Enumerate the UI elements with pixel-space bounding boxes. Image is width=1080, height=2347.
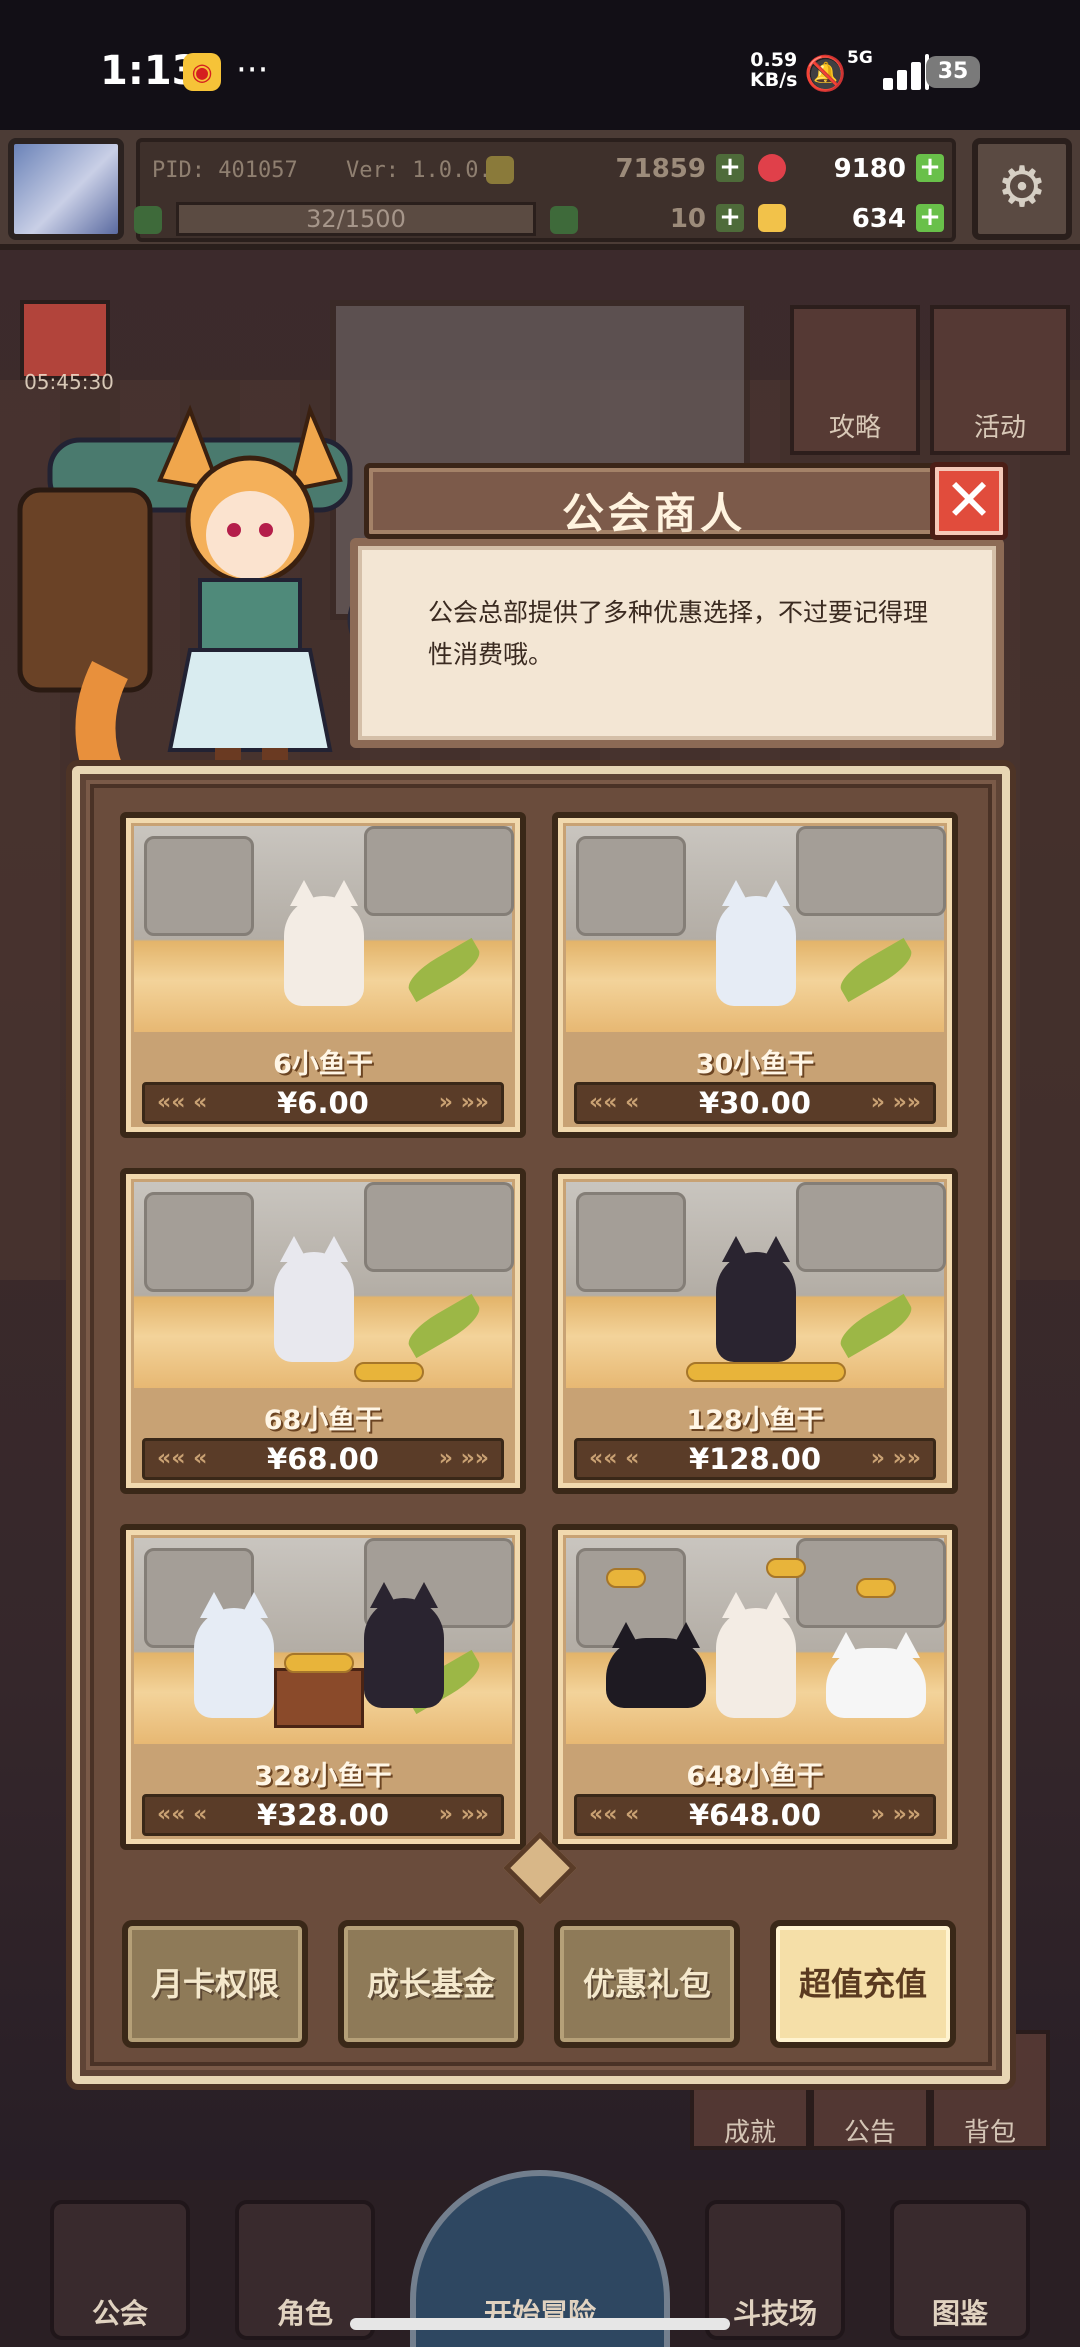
- player-info-panel: PID: 401057 Ver: 1.0.0.7 71859 + 9180 + …: [134, 138, 956, 242]
- shop-item-card[interactable]: 30小鱼干 ¥30.00: [552, 812, 958, 1138]
- item-illustration: [566, 1182, 946, 1388]
- gold-value: 634: [851, 204, 906, 234]
- clovers-value: 10: [669, 204, 706, 234]
- guide-label: 攻略: [828, 413, 881, 443]
- item-illustration: [134, 1538, 514, 1744]
- item-illustration: [566, 1538, 946, 1744]
- home-indicator[interactable]: [350, 2318, 730, 2330]
- gift-button[interactable]: [20, 300, 110, 380]
- coin-icon: [486, 156, 514, 184]
- notice-label: 公告: [843, 2118, 896, 2148]
- settings-gear-icon[interactable]: ⚙: [972, 138, 1072, 240]
- clover-icon: [134, 206, 162, 234]
- dialog-title: 公会商人: [561, 489, 746, 538]
- merchant-message-box: 公会总部提供了多种优惠选择，不过要记得理性消费哦。: [350, 538, 1004, 748]
- top-hud: PID: 401057 Ver: 1.0.0.7 71859 + 9180 + …: [0, 130, 1080, 250]
- merchant-character: [17, 403, 390, 770]
- game-version: Ver: 1.0.0.7: [346, 158, 505, 183]
- guide-button[interactable]: 攻略: [790, 305, 920, 455]
- player-id: PID: 401057: [152, 158, 298, 183]
- item-name: 68小鱼干: [263, 1405, 383, 1436]
- price-button[interactable]: ¥648.00: [574, 1794, 936, 1836]
- clover-icon: [550, 206, 578, 234]
- bag-label: 背包: [963, 2118, 1016, 2148]
- network-type: 5G: [847, 48, 873, 68]
- status-bar: 1:13 ◉ ··· 0.59 KB/s 🔕 5G 35: [0, 0, 1080, 130]
- weibo-icon: ◉: [183, 53, 221, 91]
- tab-discount-pack[interactable]: 优惠礼包: [554, 1920, 740, 2048]
- item-name: 648小鱼干: [686, 1761, 824, 1792]
- item-illustration: [134, 1182, 514, 1388]
- tab-value-recharge[interactable]: 超值充值: [770, 1920, 956, 2048]
- tab-monthly-card[interactable]: 月卡权限: [122, 1920, 308, 2048]
- stat-a-value: 71859: [615, 154, 706, 184]
- player-avatar[interactable]: [8, 138, 124, 240]
- price-button[interactable]: ¥68.00: [142, 1438, 504, 1480]
- shop-item-card[interactable]: 648小鱼干 ¥648.00: [552, 1524, 958, 1850]
- merchant-message: 公会总部提供了多种优惠选择，不过要记得理性消费哦。: [428, 598, 929, 669]
- dialog-title-bar: 公会商人: [364, 463, 1004, 539]
- achievement-label: 成就: [723, 2118, 776, 2148]
- add-clovers-button[interactable]: +: [716, 204, 744, 232]
- shop-item-card[interactable]: 6小鱼干 ¥6.00: [120, 812, 526, 1138]
- mute-bell-icon: 🔕: [804, 54, 847, 94]
- item-illustration: [566, 826, 946, 1032]
- price-button[interactable]: ¥128.00: [574, 1438, 936, 1480]
- event-button[interactable]: 活动: [930, 305, 1070, 455]
- battery-icon: 35: [926, 56, 980, 88]
- gems-value: 9180: [833, 154, 906, 184]
- add-gold-button[interactable]: +: [916, 204, 944, 232]
- experience-bar: 32/1500: [176, 202, 536, 236]
- nav-guild-label: 公会: [91, 2297, 148, 2330]
- event-label: 活动: [973, 413, 1026, 443]
- more-notifications: ···: [236, 50, 269, 90]
- close-button[interactable]: ✕: [930, 462, 1008, 540]
- item-name: 30小鱼干: [695, 1049, 815, 1080]
- shop-item-card[interactable]: 128小鱼干 ¥128.00: [552, 1168, 958, 1494]
- item-name: 328小鱼干: [254, 1761, 392, 1792]
- item-name: 128小鱼干: [686, 1405, 824, 1436]
- shop-item-card[interactable]: 68小鱼干 ¥68.00: [120, 1168, 526, 1494]
- nav-codex-label: 图鉴: [931, 2297, 988, 2330]
- item-illustration: [134, 826, 514, 1032]
- gem-icon: [758, 154, 786, 182]
- add-gems-button[interactable]: +: [916, 154, 944, 182]
- price-button[interactable]: ¥328.00: [142, 1794, 504, 1836]
- gold-icon: [758, 204, 786, 232]
- tab-growth-fund[interactable]: 成长基金: [338, 1920, 524, 2048]
- item-name: 6小鱼干: [273, 1049, 373, 1080]
- price-button[interactable]: ¥30.00: [574, 1082, 936, 1124]
- add-stat-a-button[interactable]: +: [716, 154, 744, 182]
- price-button[interactable]: ¥6.00: [142, 1082, 504, 1124]
- network-speed: 0.59 KB/s: [750, 49, 798, 91]
- signal-icon: [875, 52, 931, 90]
- shop-item-card[interactable]: 328小鱼干 ¥328.00: [120, 1524, 526, 1850]
